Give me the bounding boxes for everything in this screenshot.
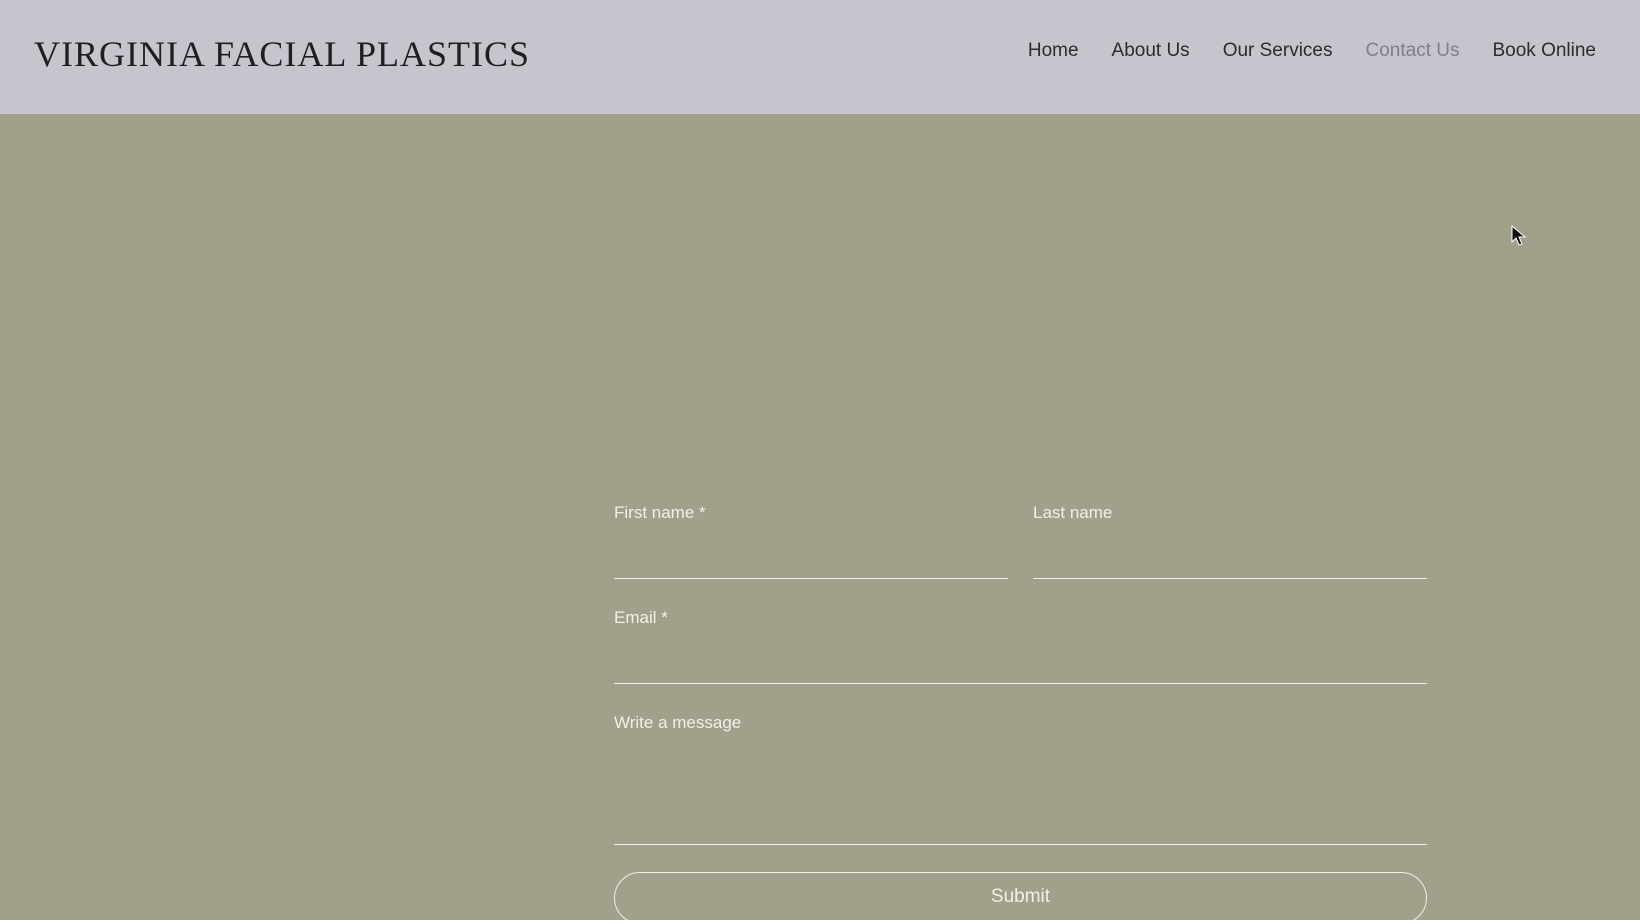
nav-about-us[interactable]: About Us — [1112, 40, 1190, 62]
nav-home[interactable]: Home — [1028, 40, 1079, 62]
submit-button[interactable]: Submit — [614, 872, 1427, 924]
last-name-label: Last name — [1033, 503, 1113, 522]
first-name-underline — [614, 578, 1008, 579]
site-header: VIRGINIA FACIAL PLASTICS Home About Us O… — [0, 0, 1640, 114]
nav-our-services[interactable]: Our Services — [1223, 40, 1333, 62]
first-name-label: First name * — [614, 503, 706, 522]
nav-book-online[interactable]: Book Online — [1492, 40, 1596, 62]
last-name-underline — [1033, 578, 1427, 579]
message-textarea[interactable] — [614, 745, 1427, 841]
last-name-input[interactable] — [1033, 540, 1427, 576]
first-name-input[interactable] — [614, 540, 1008, 576]
email-input[interactable] — [614, 645, 1427, 681]
message-underline — [614, 844, 1427, 845]
submit-label: Submit — [990, 885, 1051, 907]
nav-contact-us[interactable]: Contact Us — [1366, 40, 1460, 62]
mouse-pointer-icon — [1511, 225, 1527, 246]
email-label: Email * — [614, 608, 668, 627]
page-bottom-edge — [0, 920, 1640, 924]
main-nav: Home About Us Our Services Contact Us Bo… — [1028, 34, 1596, 68]
site-logo[interactable]: VIRGINIA FACIAL PLASTICS — [34, 30, 530, 78]
email-underline — [614, 683, 1427, 684]
message-label: Write a message — [614, 713, 742, 732]
